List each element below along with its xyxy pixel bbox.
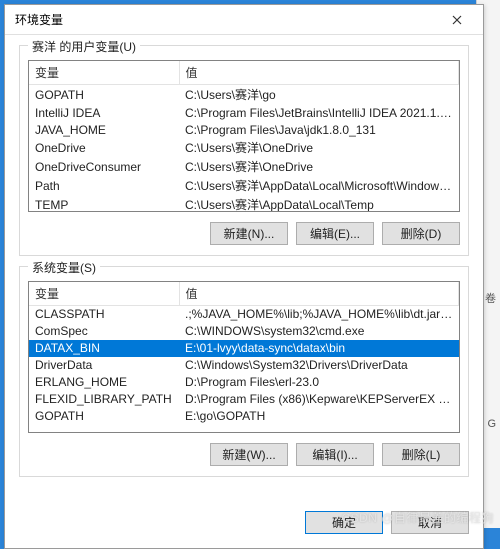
system-vars-buttons: 新建(W)... 编辑(I)... 删除(L) [28,443,460,466]
table-row[interactable]: TEMPC:\Users\赛洋\AppData\Local\Temp [29,195,459,212]
table-row[interactable]: GOPATHC:\Users\赛洋\go [29,85,459,105]
table-row[interactable]: FLEXID_LIBRARY_PATHD:\Program Files (x86… [29,391,459,408]
system-vars-table: 变量 值 CLASSPATH.;%JAVA_HOME%\lib;%JAVA_HO… [29,282,459,425]
cell-name: ComSpec [29,323,179,340]
cell-name: DriverData [29,357,179,374]
cell-name: OneDriveConsumer [29,157,179,176]
col-value-header[interactable]: 值 [179,282,459,306]
cell-name: DATAX_BIN [29,340,179,357]
system-vars-legend: 系统变量(S) [28,259,100,276]
user-new-button[interactable]: 新建(N)... [210,222,288,245]
cell-name: FLEXID_LIBRARY_PATH [29,391,179,408]
title-bar: 环境变量 [5,5,483,35]
bg-text: 卷 [485,290,496,306]
cell-name: Path [29,176,179,195]
user-vars-legend: 赛洋 的用户变量(U) [28,38,140,55]
cell-value: .;%JAVA_HOME%\lib;%JAVA_HOME%\lib\dt.jar… [179,306,459,323]
user-vars-table: 变量 值 GOPATHC:\Users\赛洋\go IntelliJ IDEAC… [29,61,459,212]
user-vars-list[interactable]: 变量 值 GOPATHC:\Users\赛洋\go IntelliJ IDEAC… [28,60,460,212]
cell-name: JAVA_HOME [29,121,179,138]
system-vars-list[interactable]: 变量 值 CLASSPATH.;%JAVA_HOME%\lib;%JAVA_HO… [28,281,460,433]
watermark: CSDN @自律最差的编程狗 [341,509,494,526]
cell-value: C:\Users\赛洋\OneDrive [179,138,459,157]
user-delete-button[interactable]: 删除(D) [382,222,460,245]
cell-value: D:\Program Files (x86)\Kepware\KEPServer… [179,391,459,408]
cell-value: C:\Users\赛洋\AppData\Local\Temp [179,195,459,212]
col-value-header[interactable]: 值 [179,61,459,85]
cell-name: GOPATH [29,408,179,425]
table-row[interactable]: OneDriveC:\Users\赛洋\OneDrive [29,138,459,157]
table-row[interactable]: CLASSPATH.;%JAVA_HOME%\lib;%JAVA_HOME%\l… [29,306,459,323]
cell-value: C:\Users\赛洋\OneDrive [179,157,459,176]
user-vars-buttons: 新建(N)... 编辑(E)... 删除(D) [28,222,460,245]
system-delete-button[interactable]: 删除(L) [382,443,460,466]
table-row[interactable]: DATAX_BINE:\01-lvyy\data-sync\datax\bin [29,340,459,357]
cell-name: CLASSPATH [29,306,179,323]
table-row[interactable]: PathC:\Users\赛洋\AppData\Local\Microsoft\… [29,176,459,195]
cell-value: E:\go\GOPATH [179,408,459,425]
cell-name: OneDrive [29,138,179,157]
env-vars-dialog: 环境变量 赛洋 的用户变量(U) 变量 值 GOPATHC:\Users\赛洋\… [4,4,484,549]
cell-name: ERLANG_HOME [29,374,179,391]
cell-value: C:\Users\赛洋\go [179,85,459,105]
cell-value: C:\Program Files\JetBrains\IntelliJ IDEA… [179,104,459,121]
system-new-button[interactable]: 新建(W)... [210,443,288,466]
user-variables-group: 赛洋 的用户变量(U) 变量 值 GOPATHC:\Users\赛洋\go In… [19,45,469,256]
cell-name: TEMP [29,195,179,212]
close-button[interactable] [439,8,475,32]
cell-value: E:\01-lvyy\data-sync\datax\bin [179,340,459,357]
cell-name: GOPATH [29,85,179,105]
table-row[interactable]: DriverDataC:\Windows\System32\Drivers\Dr… [29,357,459,374]
col-name-header[interactable]: 变量 [29,282,179,306]
cell-name: IntelliJ IDEA [29,104,179,121]
table-row[interactable]: ComSpecC:\WINDOWS\system32\cmd.exe [29,323,459,340]
dialog-title: 环境变量 [15,11,63,28]
col-name-header[interactable]: 变量 [29,61,179,85]
cell-value: D:\Program Files\erl-23.0 [179,374,459,391]
cell-value: C:\Users\赛洋\AppData\Local\Microsoft\Wind… [179,176,459,195]
table-row[interactable]: ERLANG_HOMED:\Program Files\erl-23.0 [29,374,459,391]
cell-value: C:\Windows\System32\Drivers\DriverData [179,357,459,374]
dialog-body: 赛洋 的用户变量(U) 变量 值 GOPATHC:\Users\赛洋\go In… [5,35,483,501]
table-row[interactable]: OneDriveConsumerC:\Users\赛洋\OneDrive [29,157,459,176]
system-edit-button[interactable]: 编辑(I)... [296,443,374,466]
close-icon [452,15,462,25]
system-variables-group: 系统变量(S) 变量 值 CLASSPATH.;%JAVA_HOME%\lib;… [19,266,469,477]
cell-value: C:\WINDOWS\system32\cmd.exe [179,323,459,340]
table-row[interactable]: GOPATHE:\go\GOPATH [29,408,459,425]
cell-value: C:\Program Files\Java\jdk1.8.0_131 [179,121,459,138]
table-row[interactable]: JAVA_HOMEC:\Program Files\Java\jdk1.8.0_… [29,121,459,138]
user-edit-button[interactable]: 编辑(E)... [296,222,374,245]
table-row[interactable]: IntelliJ IDEAC:\Program Files\JetBrains\… [29,104,459,121]
